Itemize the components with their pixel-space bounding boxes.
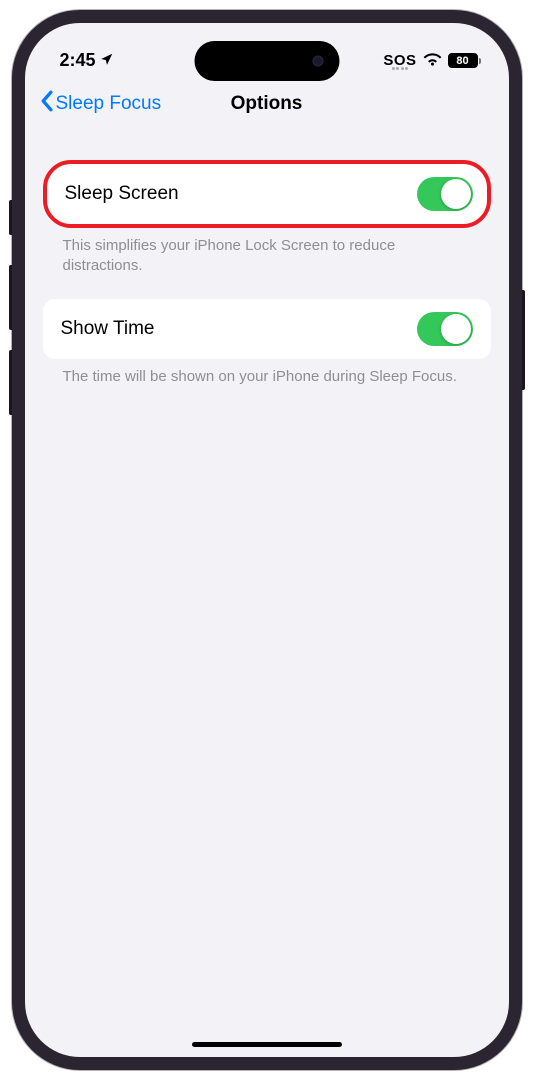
- sos-indicator: SOS: [383, 52, 416, 70]
- show-time-description: The time will be shown on your iPhone du…: [43, 359, 491, 409]
- volume-up-button: [9, 265, 12, 330]
- content-area: Sleep Screen This simplifies your iPhone…: [25, 132, 509, 409]
- battery-level: 80: [456, 55, 468, 67]
- silent-switch: [9, 200, 12, 235]
- back-button[interactable]: Sleep Focus: [39, 90, 162, 118]
- sleep-screen-row[interactable]: Sleep Screen: [43, 160, 491, 228]
- chevron-left-icon: [39, 90, 54, 118]
- sleep-screen-label: Sleep Screen: [65, 183, 179, 205]
- screen: 2:45 SOS 80: [25, 23, 509, 1057]
- status-time: 2:45: [60, 50, 96, 71]
- dynamic-island: [194, 41, 339, 81]
- sleep-screen-description: This simplifies your iPhone Lock Screen …: [43, 228, 491, 299]
- battery-indicator: 80: [448, 53, 481, 68]
- phone-frame: 2:45 SOS 80: [12, 10, 522, 1070]
- volume-down-button: [9, 350, 12, 415]
- status-left: 2:45: [60, 50, 114, 71]
- show-time-row[interactable]: Show Time: [43, 299, 491, 359]
- navigation-bar: Sleep Focus Options: [25, 78, 509, 132]
- show-time-toggle[interactable]: [417, 312, 473, 346]
- power-button: [522, 290, 525, 390]
- sleep-screen-toggle[interactable]: [417, 177, 473, 211]
- status-right: SOS 80: [383, 51, 480, 71]
- home-indicator[interactable]: [192, 1042, 342, 1047]
- page-title: Options: [231, 93, 303, 115]
- cellular-dots-icon: [392, 67, 409, 70]
- show-time-label: Show Time: [61, 318, 155, 340]
- wifi-icon: [423, 51, 442, 71]
- location-icon: [100, 50, 114, 71]
- back-button-label: Sleep Focus: [56, 93, 162, 115]
